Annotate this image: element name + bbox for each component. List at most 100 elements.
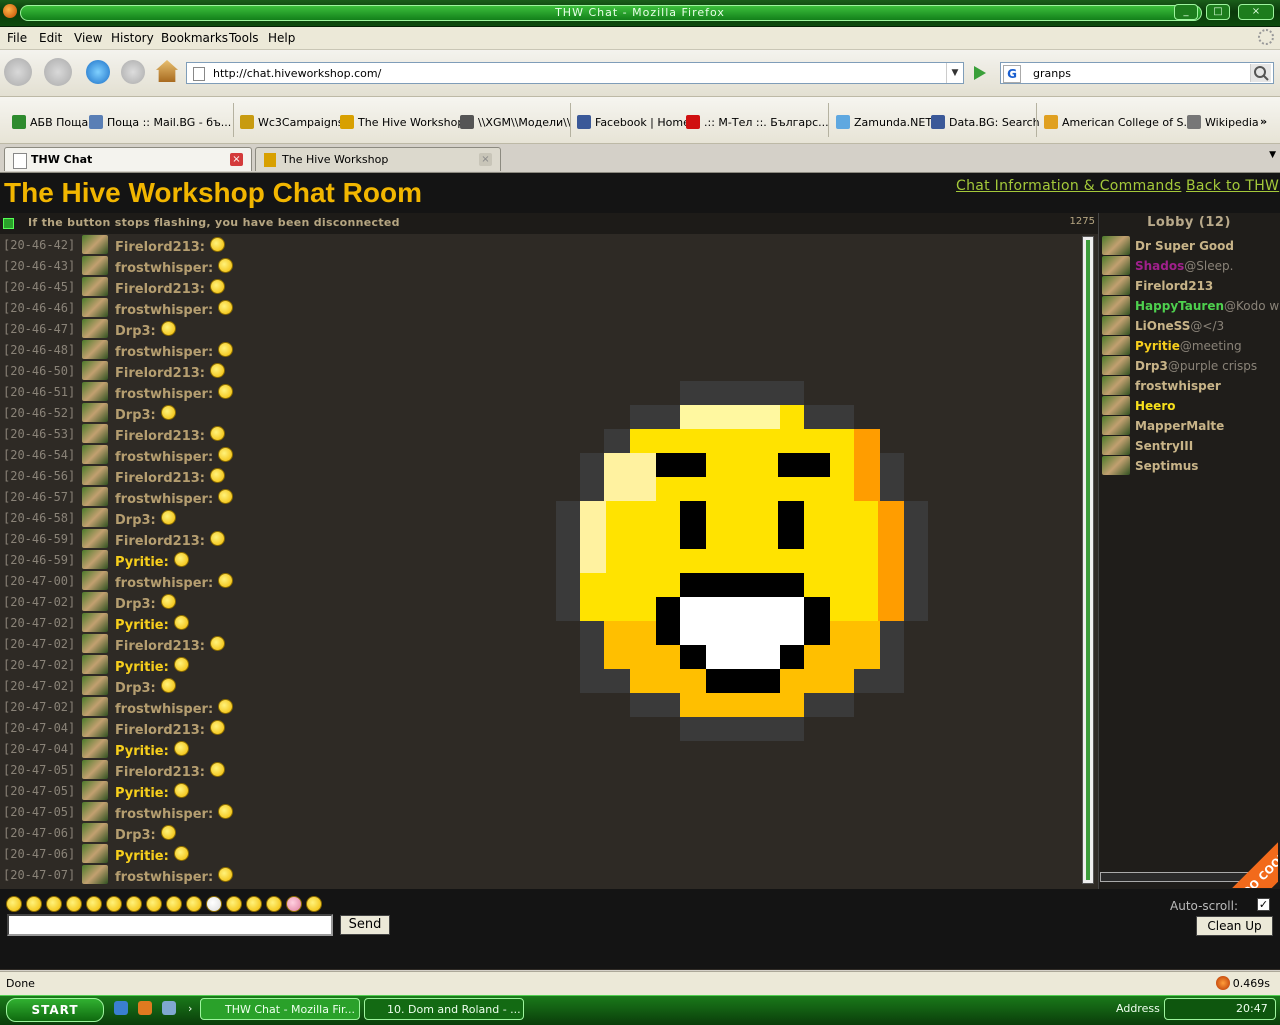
message-username[interactable]: Pyritie: (115, 657, 189, 675)
stop-icon[interactable] (121, 60, 145, 84)
smiley-picker-icon[interactable] (206, 896, 222, 912)
smiley-picker-icon[interactable] (186, 896, 202, 912)
smiley-picker-icon[interactable] (286, 896, 302, 912)
message-username[interactable]: Drp3: (115, 825, 176, 843)
message-username[interactable]: frostwhisper: (115, 573, 234, 591)
smiley-picker-icon[interactable] (26, 896, 42, 912)
reload-icon[interactable] (86, 60, 110, 84)
clean-up-button[interactable]: Clean Up (1196, 916, 1273, 936)
tab-close-icon[interactable]: × (479, 153, 492, 166)
ie-icon[interactable] (114, 1001, 128, 1015)
smiley-picker-icon[interactable] (246, 896, 262, 912)
close-icon[interactable]: × (1238, 4, 1274, 20)
smiley-picker-icon[interactable] (6, 896, 22, 912)
bookmark-hive-workshop[interactable]: The Hive Workshop (340, 115, 464, 129)
message-username[interactable]: Pyritie: (115, 552, 189, 570)
message-username[interactable]: Pyritie: (115, 741, 189, 759)
message-username[interactable]: Firelord213: (115, 636, 226, 654)
smiley-picker-icon[interactable] (226, 896, 242, 912)
back-icon[interactable] (4, 58, 32, 86)
smiley-picker-icon[interactable] (166, 896, 182, 912)
send-button[interactable]: Send (340, 915, 390, 935)
message-username[interactable]: Firelord213: (115, 426, 226, 444)
message-username[interactable]: Drp3: (115, 510, 176, 528)
media-icon[interactable] (138, 1001, 152, 1015)
chat-info-link[interactable]: Chat Information & Commands (956, 178, 1181, 194)
lobby-user[interactable]: LiOneSS@</3 (1102, 316, 1280, 336)
smiley-picker-icon[interactable] (86, 896, 102, 912)
lobby-user[interactable]: Drp3@purple crisps (1102, 356, 1280, 376)
home-icon[interactable] (156, 60, 178, 82)
smiley-picker-icon[interactable] (126, 896, 142, 912)
bookmark-wikipedia[interactable]: Wikipedia (1187, 115, 1259, 129)
smiley-picker-icon[interactable] (266, 896, 282, 912)
message-username[interactable]: Pyritie: (115, 846, 189, 864)
forward-icon[interactable] (44, 58, 72, 86)
url-bar[interactable]: http://chat.hiveworkshop.com/ ▼ (186, 62, 964, 84)
message-username[interactable]: frostwhisper: (115, 258, 234, 276)
message-username[interactable]: Firelord213: (115, 720, 226, 738)
autoscroll-checkbox[interactable]: ✓ (1257, 898, 1270, 911)
message-username[interactable]: frostwhisper: (115, 342, 234, 360)
message-username[interactable]: Firelord213: (115, 237, 226, 255)
maximize-icon[interactable]: □ (1206, 4, 1230, 20)
message-username[interactable]: Drp3: (115, 678, 176, 696)
bookmark-xgm[interactable]: \\XGM\\Модели\\ (460, 115, 571, 129)
lobby-user[interactable]: Septimus (1102, 456, 1280, 476)
lobby-user[interactable]: Firelord213 (1102, 276, 1280, 296)
message-username[interactable]: Drp3: (115, 594, 176, 612)
bookmark-mtel[interactable]: .:: M-Тел ::. Българс... (686, 115, 829, 129)
smiley-picker-icon[interactable] (106, 896, 122, 912)
firefox-icon[interactable] (3, 4, 17, 18)
bookmarks-overflow-icon[interactable]: » (1260, 115, 1267, 128)
message-input[interactable] (7, 914, 333, 936)
message-username[interactable]: Firelord213: (115, 279, 226, 297)
taskbar-item-firefox[interactable]: THW Chat - Mozilla Fir... (200, 998, 360, 1020)
message-username[interactable]: Drp3: (115, 405, 176, 423)
message-username[interactable]: Firelord213: (115, 531, 226, 549)
message-username[interactable]: Firelord213: (115, 363, 226, 381)
google-icon[interactable]: G (1003, 65, 1021, 83)
smiley-picker-icon[interactable] (46, 896, 62, 912)
message-username[interactable]: Pyritie: (115, 783, 189, 801)
menu-view[interactable]: View (74, 31, 102, 45)
url-dropdown-icon[interactable]: ▼ (946, 63, 963, 83)
tab-list-icon[interactable]: ▼ (1269, 150, 1276, 160)
back-to-thw-link[interactable]: Back to THW (1186, 178, 1279, 194)
lobby-user[interactable]: Dr Super Good (1102, 236, 1280, 256)
recycle-bin-icon[interactable] (162, 1001, 176, 1015)
lobby-user[interactable]: SentryIII (1102, 436, 1280, 456)
lobby-user[interactable]: Pyritie@meeting (1102, 336, 1280, 356)
go-icon[interactable] (968, 62, 990, 84)
message-username[interactable]: Pyritie: (115, 615, 189, 633)
search-input[interactable]: G granps (1000, 62, 1274, 84)
start-button[interactable]: START (6, 998, 104, 1022)
message-username[interactable]: frostwhisper: (115, 867, 234, 885)
quicklaunch-overflow-icon[interactable]: › (188, 1002, 192, 1015)
tab-hive-workshop[interactable]: The Hive Workshop × (255, 147, 501, 171)
menu-file[interactable]: File (7, 31, 27, 45)
menu-bookmarks[interactable]: Bookmarks (161, 31, 228, 45)
lobby-user[interactable]: HappyTauren@Kodo w (1102, 296, 1280, 316)
smiley-picker-icon[interactable] (306, 896, 322, 912)
message-username[interactable]: frostwhisper: (115, 699, 234, 717)
bookmark-wc3campaigns[interactable]: Wc3Campaigns (240, 115, 344, 129)
window-title-bar[interactable]: THW Chat - Mozilla Firefox _ □ × (0, 0, 1280, 27)
search-icon[interactable] (1250, 64, 1271, 82)
message-username[interactable]: frostwhisper: (115, 804, 234, 822)
lobby-user[interactable]: Heero (1102, 396, 1280, 416)
menu-edit[interactable]: Edit (39, 31, 62, 45)
message-username[interactable]: Drp3: (115, 321, 176, 339)
tab-close-icon[interactable]: × (230, 153, 243, 166)
message-username[interactable]: Firelord213: (115, 762, 226, 780)
bookmark-american-college[interactable]: American College of S... (1044, 115, 1194, 129)
smiley-picker-icon[interactable] (66, 896, 82, 912)
bookmark-facebook[interactable]: Facebook | Home (577, 115, 690, 129)
menu-help[interactable]: Help (268, 31, 295, 45)
bookmark-databg[interactable]: Data.BG: Search (931, 115, 1040, 129)
taskbar-item-winamp[interactable]: 10. Dom and Roland - ... (364, 998, 524, 1020)
menu-tools[interactable]: Tools (229, 31, 259, 45)
bookmark-abv[interactable]: АБВ Поща (12, 115, 88, 129)
chat-scroll-thumb[interactable] (1086, 240, 1090, 880)
smiley-picker-icon[interactable] (146, 896, 162, 912)
